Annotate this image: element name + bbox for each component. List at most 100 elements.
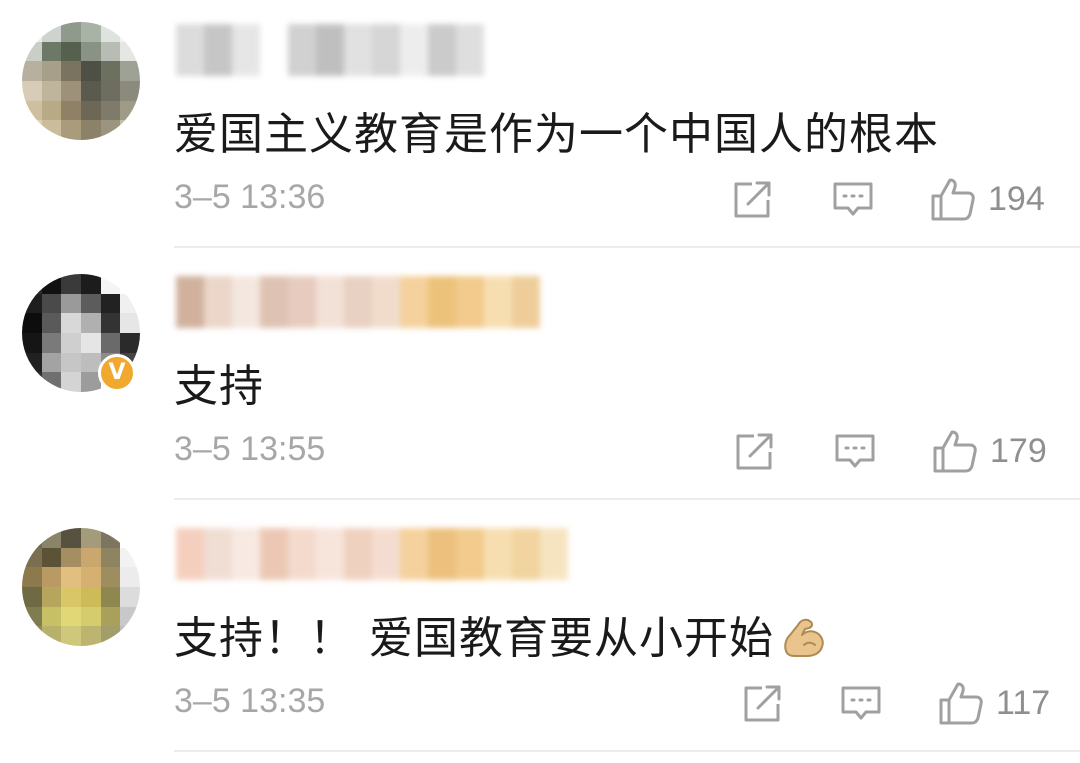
username-mosaic-block xyxy=(456,24,484,76)
avatar[interactable] xyxy=(22,528,140,646)
avatar-mosaic-tile xyxy=(120,626,140,646)
like-button[interactable]: 194 xyxy=(930,176,1045,222)
avatar-mosaic-tile xyxy=(100,547,121,568)
username-blurred[interactable] xyxy=(176,24,484,76)
avatar-mosaic-tile xyxy=(22,547,42,568)
username-mosaic-block xyxy=(204,276,232,328)
avatar-mosaic-tile xyxy=(80,61,101,81)
avatar-mosaic-tile xyxy=(80,100,101,121)
username-mosaic-block xyxy=(400,276,428,328)
avatar-mosaic-tile xyxy=(100,61,121,81)
avatar-mosaic-tile xyxy=(41,274,62,294)
avatar-mosaic-tile xyxy=(100,120,121,140)
share-button[interactable] xyxy=(742,684,784,724)
avatar-mosaic-tile xyxy=(100,293,121,314)
username-mosaic-block xyxy=(204,24,232,76)
share-icon xyxy=(744,685,781,722)
avatar-mosaic-tile xyxy=(41,120,62,140)
avatar-mosaic-tile xyxy=(120,606,140,627)
avatar-mosaic-tile xyxy=(120,293,140,314)
avatar-mosaic-tile xyxy=(41,626,62,646)
avatar-mosaic-tile xyxy=(100,332,121,353)
username-mosaic-block xyxy=(484,276,512,328)
avatar-mosaic-tile xyxy=(41,547,62,568)
verified-badge: V xyxy=(98,354,136,392)
avatar-mosaic-tile xyxy=(22,80,42,101)
username-mosaic-block xyxy=(176,528,204,580)
avatar[interactable] xyxy=(22,22,140,140)
avatar-mosaic-tile xyxy=(120,120,140,140)
avatar-mosaic-tile xyxy=(41,100,62,121)
username-blurred[interactable] xyxy=(176,276,540,328)
username-mosaic-block xyxy=(540,528,568,580)
avatar-mosaic-tile xyxy=(80,626,101,646)
username-mosaic-block xyxy=(316,24,344,76)
avatar-mosaic-tile xyxy=(22,293,42,314)
username-mosaic-block xyxy=(372,528,400,580)
username-mosaic-block xyxy=(288,276,316,328)
avatar-mosaic-tile xyxy=(22,332,42,353)
avatar-mosaic-tile xyxy=(120,22,140,42)
avatar-mosaic-tile xyxy=(61,567,81,587)
avatar-mosaic-tile xyxy=(22,313,42,333)
username-mosaic-block xyxy=(176,24,204,76)
reply-button[interactable] xyxy=(840,684,882,724)
avatar-mosaic-tile xyxy=(100,313,121,333)
username-blurred[interactable] xyxy=(176,528,568,580)
share-button[interactable] xyxy=(734,432,776,472)
avatar-mosaic-tile xyxy=(41,41,62,62)
reply-button[interactable] xyxy=(834,432,876,472)
avatar-mosaic-tile xyxy=(22,567,42,587)
avatar-mosaic-tile xyxy=(22,41,42,62)
avatar-mosaic-tile xyxy=(100,100,121,121)
username-mosaic-block xyxy=(400,528,428,580)
thumbs-up-icon xyxy=(939,682,983,725)
avatar-mosaic-tile xyxy=(22,372,42,392)
avatar-mosaic-tile xyxy=(120,586,140,607)
divider xyxy=(174,498,1080,500)
avatar-mosaic-tile xyxy=(61,293,81,314)
avatar-mosaic-tile xyxy=(22,274,42,294)
avatar-mosaic-tile xyxy=(61,586,81,607)
username-mosaic-block xyxy=(372,276,400,328)
like-button[interactable]: 117 xyxy=(938,680,1050,726)
like-count: 117 xyxy=(996,683,1051,722)
avatar-mosaic-tile xyxy=(22,120,42,140)
username-mosaic-block xyxy=(456,528,484,580)
comment-icon xyxy=(833,182,873,216)
avatar-mosaic-tile xyxy=(80,606,101,627)
username-mosaic-block xyxy=(512,276,540,328)
username-mosaic-block xyxy=(176,276,204,328)
avatar-mosaic-tile xyxy=(120,313,140,333)
comment-timestamp: 3–5 13:36 xyxy=(174,178,326,216)
avatar-mosaic-tile xyxy=(80,22,101,42)
avatar-mosaic-tile xyxy=(80,313,101,333)
avatar-mosaic-tile xyxy=(61,274,81,294)
avatar-mosaic-tile xyxy=(61,352,81,373)
avatar-mosaic-tile xyxy=(22,100,42,121)
avatar-mosaic-tile xyxy=(41,352,62,373)
username-mosaic-block xyxy=(428,276,456,328)
avatar-mosaic-tile xyxy=(22,626,42,646)
avatar-mosaic-tile xyxy=(100,528,121,548)
avatar-mosaic-tile xyxy=(120,274,140,294)
avatar-mosaic-tile xyxy=(120,547,140,568)
avatar-mosaic-tile xyxy=(100,41,121,62)
like-count: 194 xyxy=(988,179,1045,218)
comment-text: 支持 xyxy=(174,361,264,412)
avatar-mosaic-tile xyxy=(22,352,42,373)
like-button[interactable]: 179 xyxy=(932,428,1047,474)
share-button[interactable] xyxy=(732,180,774,220)
avatar-mosaic-tile xyxy=(61,332,81,353)
avatar-mosaic-tile xyxy=(41,61,62,81)
username-mosaic-block xyxy=(428,528,456,580)
avatar-mosaic-tile xyxy=(41,528,62,548)
avatar-mosaic-tile xyxy=(22,528,42,548)
avatar-mosaic-tile xyxy=(80,332,101,353)
comment-item: 支持！！ 爱国教育要从小开始 3–5 13:35 117 xyxy=(0,504,1080,756)
reply-button[interactable] xyxy=(832,180,874,220)
avatar-mosaic-tile xyxy=(100,567,121,587)
avatar-mosaic-tile xyxy=(61,61,81,81)
avatar-mosaic-tile xyxy=(61,606,81,627)
avatar-mosaic-tile xyxy=(41,293,62,314)
